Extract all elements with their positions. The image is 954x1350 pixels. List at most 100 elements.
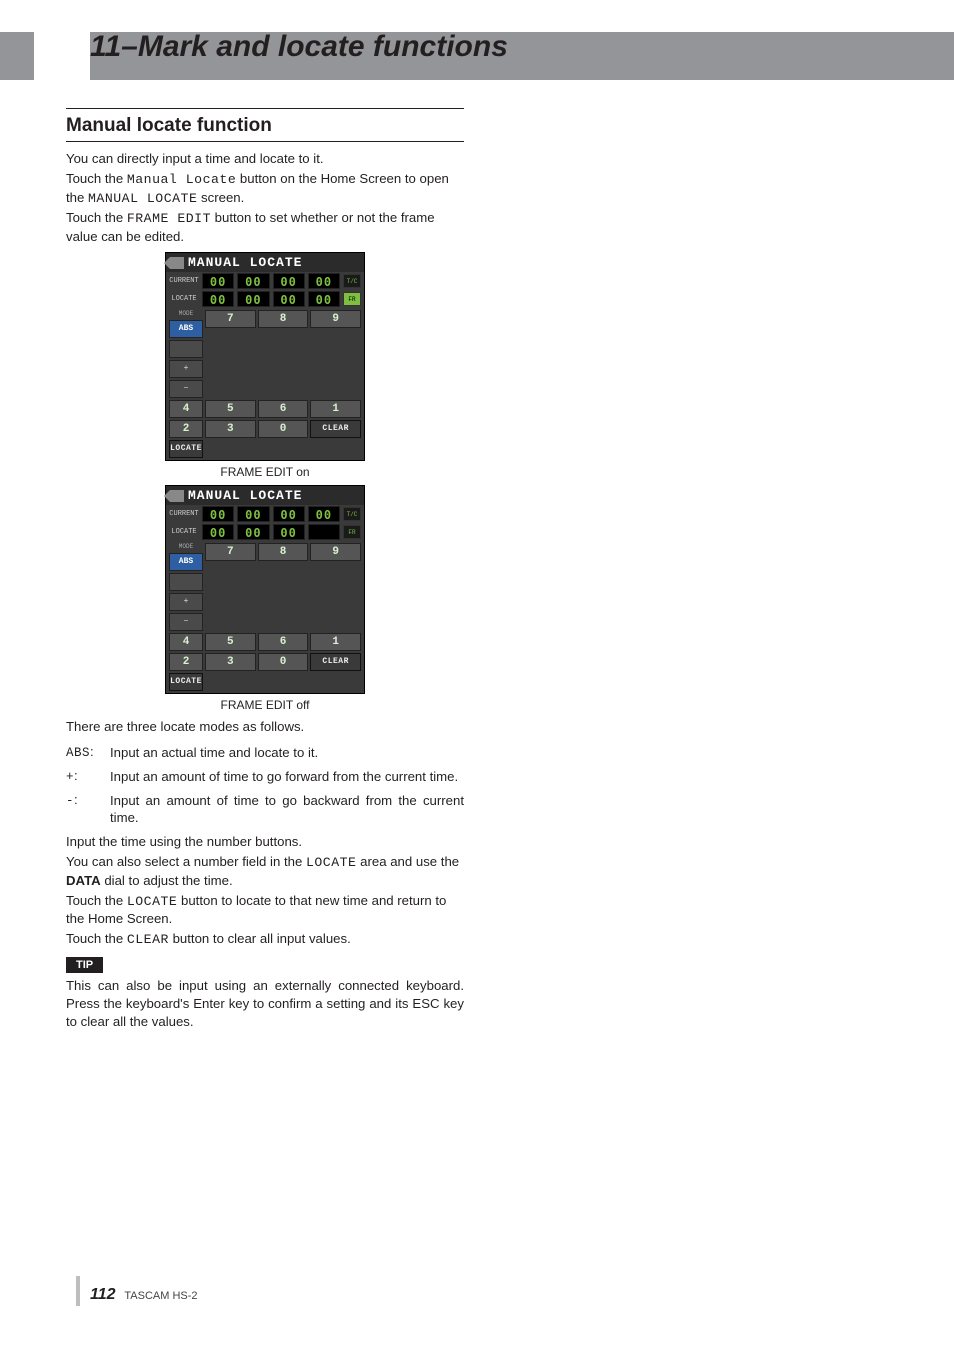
mono-text: Manual Locate [127, 172, 236, 187]
num-8: 8 [258, 310, 309, 328]
seg-hh: 00 [202, 273, 234, 289]
mono-text: LOCATE [127, 894, 177, 909]
num-8: 8 [258, 543, 309, 561]
text: dial to adjust the time. [101, 873, 233, 888]
colon: : [90, 744, 94, 759]
footer: 112 TASCAM HS-2 [90, 1286, 198, 1304]
header-white-block [34, 32, 90, 80]
seg-mm: 00 [237, 524, 269, 540]
num-6: 6 [258, 400, 309, 418]
seg-mm: 00 [237, 291, 269, 307]
clear-button: CLEAR [310, 653, 361, 671]
seg-ff: 00 [308, 273, 340, 289]
num-5: 5 [205, 400, 256, 418]
intro-p3: Touch the FRAME EDIT button to set wheth… [66, 209, 464, 246]
def-plus: +: Input an amount of time to go forward… [66, 768, 464, 786]
locate-label: LOCATE [169, 528, 199, 536]
minus-term: - [66, 794, 74, 808]
minus-desc: Input an amount of time to go backward f… [110, 792, 464, 828]
colon: : [74, 792, 78, 807]
footer-accent [76, 1276, 80, 1306]
mode-abs-button: ABS [169, 320, 203, 338]
text: screen. [197, 190, 244, 205]
seg-mm: 00 [237, 273, 269, 289]
plus-term: + [66, 770, 74, 784]
mono-text: CLEAR [127, 932, 169, 947]
text: Touch the [66, 171, 127, 186]
num-9: 9 [310, 310, 361, 328]
def-minus: -: Input an amount of time to go backwar… [66, 792, 464, 828]
def-abs: ABS: Input an actual time and locate to … [66, 744, 464, 762]
mode-header: MODE [169, 543, 203, 551]
bold-text: DATA [66, 873, 101, 888]
mono-text: MANUAL LOCATE [88, 191, 197, 206]
locate-button: LOCATE [169, 673, 203, 691]
screenshot-frame-edit-off: MANUAL LOCATE CURRENT 00 00 00 00 T/C LO… [165, 485, 365, 694]
text: Touch the [66, 931, 127, 946]
num-7: 7 [205, 310, 256, 328]
mode-minus-button: − [169, 380, 203, 398]
seg-ss: 00 [273, 273, 305, 289]
seg-ss: 00 [273, 291, 305, 307]
plus-desc: Input an amount of time to go forward fr… [110, 768, 464, 786]
product-name: TASCAM HS-2 [124, 1290, 197, 1302]
tc-tag: T/C [343, 507, 361, 521]
num-4: 4 [169, 633, 203, 651]
text: area and use the [356, 854, 459, 869]
screenshot-title-text: MANUAL LOCATE [188, 255, 302, 270]
rule-bottom [66, 141, 464, 142]
text: You can also select a number field in th… [66, 854, 306, 869]
text: button to clear all input values. [169, 931, 351, 946]
tip-badge: TIP [66, 957, 103, 973]
num-1: 1 [310, 633, 361, 651]
screenshot-title: MANUAL LOCATE [166, 253, 364, 272]
num-3: 3 [205, 420, 256, 438]
seg-hh: 00 [202, 524, 234, 540]
num-6: 6 [258, 633, 309, 651]
text: Touch the [66, 893, 127, 908]
seg-mm: 00 [237, 506, 269, 522]
screenshot-frame-edit-on: MANUAL LOCATE CURRENT 00 00 00 00 T/C LO… [165, 252, 365, 461]
num-0: 0 [258, 653, 309, 671]
num-2: 2 [169, 653, 203, 671]
mode-header: MODE [169, 310, 203, 318]
num-0: 0 [258, 420, 309, 438]
abs-desc: Input an actual time and locate to it. [110, 744, 464, 762]
frame-edit-tag-on: FR [343, 292, 361, 306]
current-label: CURRENT [169, 510, 199, 518]
caption-frame-edit-on: FRAME EDIT on [66, 465, 464, 479]
mode-spacer [169, 573, 203, 591]
back-icon [170, 490, 184, 502]
num-1: 1 [310, 400, 361, 418]
input-p2: You can also select a number field in th… [66, 853, 464, 890]
chapter-title: 11–Mark and locate functions [90, 30, 508, 64]
intro-p2: Touch the Manual Locate button on the Ho… [66, 170, 464, 208]
back-icon [170, 257, 184, 269]
num-2: 2 [169, 420, 203, 438]
current-label: CURRENT [169, 277, 199, 285]
mode-abs-button: ABS [169, 553, 203, 571]
section-title: Manual locate function [66, 115, 464, 137]
page-number: 112 [90, 1286, 116, 1303]
frame-edit-tag-off: FR [343, 525, 361, 539]
tc-tag: T/C [343, 274, 361, 288]
locate-button: LOCATE [169, 440, 203, 458]
input-p3: Touch the LOCATE button to locate to tha… [66, 892, 464, 929]
mode-minus-button: − [169, 613, 203, 631]
num-7: 7 [205, 543, 256, 561]
seg-hh: 00 [202, 506, 234, 522]
num-4: 4 [169, 400, 203, 418]
mono-text: FRAME EDIT [127, 211, 211, 226]
rule-top [66, 108, 464, 109]
seg-ff: 00 [308, 506, 340, 522]
input-p1: Input the time using the number buttons. [66, 833, 464, 851]
modes-intro: There are three locate modes as follows. [66, 718, 464, 736]
seg-ff: 00 [308, 291, 340, 307]
tip-text: This can also be input using an external… [66, 977, 464, 1030]
caption-frame-edit-off: FRAME EDIT off [66, 698, 464, 712]
clear-button: CLEAR [310, 420, 361, 438]
input-p4: Touch the CLEAR button to clear all inpu… [66, 930, 464, 949]
abs-term: ABS [66, 746, 90, 760]
mono-text: LOCATE [306, 855, 356, 870]
colon: : [74, 768, 78, 783]
